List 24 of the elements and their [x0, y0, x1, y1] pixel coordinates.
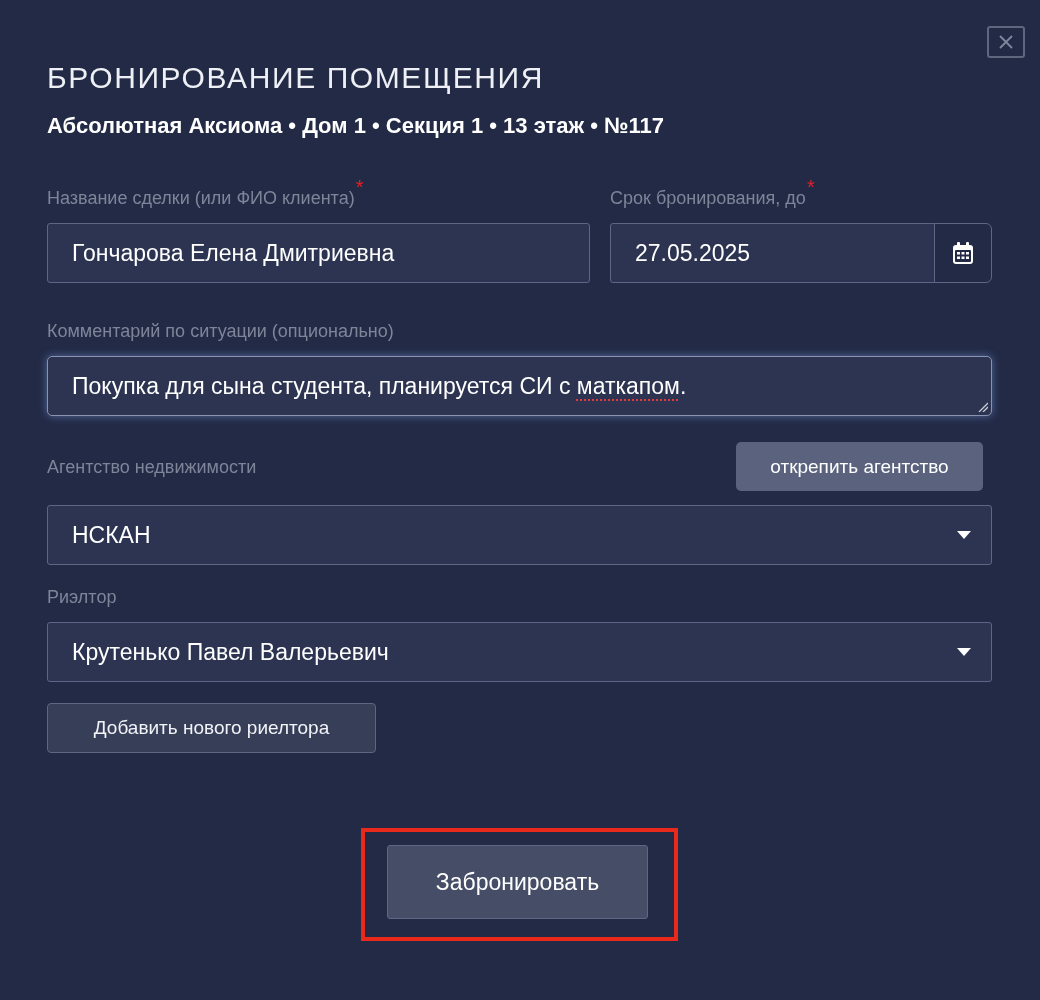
calendar-icon — [953, 242, 973, 264]
detach-agency-button[interactable]: открепить агентство — [736, 442, 983, 491]
agency-select[interactable]: НСКАН — [47, 505, 992, 565]
submit-button[interactable]: Забронировать — [387, 845, 648, 919]
calendar-button[interactable] — [934, 223, 992, 283]
field-label: Название сделки (или ФИО клиента) — [47, 187, 355, 210]
comment-field[interactable]: Покупка для сына студента, планируется СИ с маткапом. — [47, 356, 992, 416]
deal-name-field[interactable]: Гончарова Елена Дмитриевна — [47, 223, 590, 283]
close-icon — [999, 35, 1013, 49]
required-mark: * — [806, 179, 815, 195]
dialog-title: БРОНИРОВАНИЕ ПОМЕЩЕНИЯ — [47, 60, 545, 96]
date-field[interactable]: 27.05.2025 — [610, 223, 935, 283]
close-button[interactable] — [987, 26, 1025, 58]
apartment-subtitle: Абсолютная Аксиома • Дом 1 • Секция 1 • 13 этаж • №117 — [47, 112, 666, 140]
field-label: Комментарий по ситуации (опционально) — [47, 320, 394, 343]
realtor-select[interactable]: Крутенько Павел Валерьевич — [47, 622, 992, 682]
field-label: Агентство недвижимости — [47, 455, 257, 479]
caret-icon — [957, 648, 971, 656]
resize-grip-icon[interactable] — [978, 402, 988, 412]
caret-icon — [957, 531, 971, 539]
required-mark: * — [355, 179, 364, 195]
add-realtor-button[interactable]: Добавить нового риелтора — [47, 703, 376, 753]
field-label: Риэлтор — [47, 586, 117, 609]
field-label: Срок бронирования, до — [610, 187, 806, 210]
